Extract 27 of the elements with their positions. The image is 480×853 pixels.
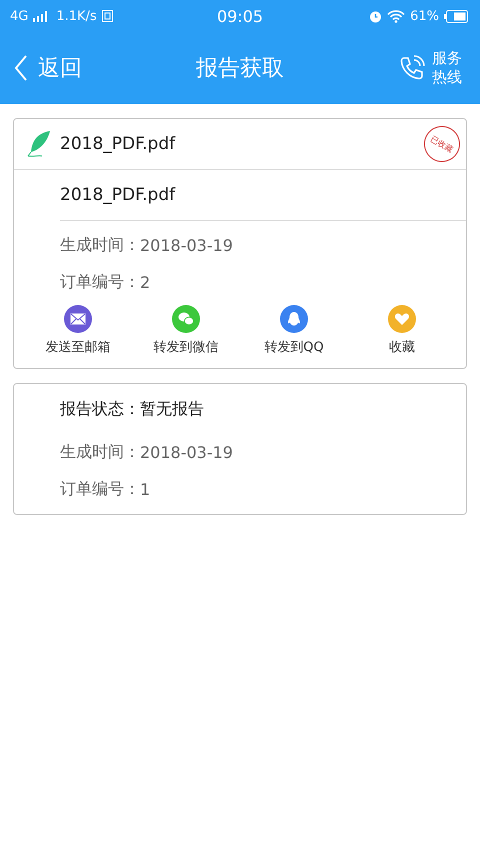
status-value: 暂无报告	[140, 398, 204, 420]
favorite-action-button[interactable]: 收藏	[352, 305, 452, 356]
network-type: 4G	[10, 8, 28, 24]
battery-icon	[444, 10, 468, 22]
field-value: 2018-03-19	[140, 443, 233, 462]
page-title: 报告获取	[196, 55, 284, 83]
wechat-action-button[interactable]: 转发到微信	[136, 305, 236, 356]
field-label: 订单编号：	[60, 479, 140, 500]
field-label: 订单编号：	[60, 272, 140, 293]
alarm-icon	[369, 10, 382, 22]
file-name: 2018_PDF.pdf	[60, 134, 176, 154]
status-label: 报告状态：	[60, 398, 140, 420]
network-speed: 1.1K/s	[56, 8, 97, 24]
field-label: 生成时间：	[60, 235, 140, 256]
file-name: 2018_PDF.pdf	[60, 185, 176, 205]
phone-icon	[398, 54, 426, 82]
chevron-left-icon	[14, 55, 28, 81]
wifi-icon	[387, 10, 406, 22]
field-value: 2	[140, 273, 150, 292]
field-label: 生成时间：	[60, 442, 140, 463]
clock-time: 09:05	[216, 6, 264, 26]
feather-icon	[26, 130, 52, 158]
qq-action-button[interactable]: 转发到QQ	[244, 305, 344, 356]
field-value: 2018-03-19	[140, 236, 233, 255]
battery-level: 61%	[410, 8, 439, 24]
mail-action-button[interactable]: 发送至邮箱	[28, 305, 128, 356]
field-value: 1	[140, 480, 150, 499]
